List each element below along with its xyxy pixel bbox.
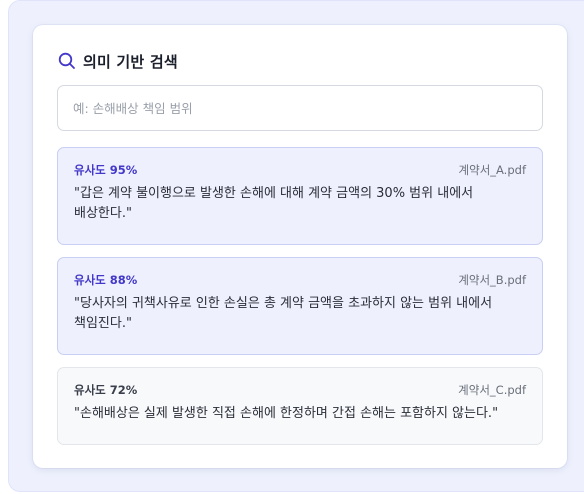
search-result-item[interactable]: 유사도 88% 계약서_B.pdf "당사자의 귀책사유로 인한 손실은 총 계… bbox=[57, 257, 543, 355]
search-input[interactable] bbox=[57, 85, 543, 131]
panel-header: 의미 기반 검색 bbox=[57, 50, 178, 72]
result-snippet: "갑은 계약 불이행으로 발생한 손해에 대해 계약 금액의 30% 범위 내에… bbox=[74, 186, 474, 221]
result-meta: 유사도 88% 계약서_B.pdf bbox=[74, 272, 526, 288]
search-result-item[interactable]: 유사도 95% 계약서_A.pdf "갑은 계약 불이행으로 발생한 손해에 대… bbox=[57, 147, 543, 245]
result-meta: 유사도 95% 계약서_A.pdf bbox=[74, 162, 526, 178]
similarity-score: 유사도 72% bbox=[74, 383, 138, 397]
panel-title: 의미 기반 검색 bbox=[83, 52, 178, 71]
result-meta: 유사도 72% 계약서_C.pdf bbox=[74, 382, 526, 398]
result-snippet: "당사자의 귀책사유로 인한 손실은 총 계약 금액을 초과하지 않는 범위 내… bbox=[74, 296, 493, 331]
similarity-score: 유사도 95% bbox=[74, 163, 138, 177]
semantic-search-panel: 의미 기반 검색 유사도 95% 계약서_A.pdf "갑은 계약 불이행으로 … bbox=[33, 25, 567, 468]
result-snippet: "손해배상은 실제 발생한 직접 손해에 한정하며 간접 손해는 포함하지 않는… bbox=[74, 406, 499, 421]
source-file-name: 계약서_B.pdf bbox=[458, 273, 526, 287]
source-file-name: 계약서_A.pdf bbox=[458, 163, 526, 177]
similarity-score: 유사도 88% bbox=[74, 273, 138, 287]
source-file-name: 계약서_C.pdf bbox=[458, 383, 526, 397]
search-result-item[interactable]: 유사도 72% 계약서_C.pdf "손해배상은 실제 발생한 직접 손해에 한… bbox=[57, 367, 543, 445]
search-icon bbox=[57, 51, 77, 71]
